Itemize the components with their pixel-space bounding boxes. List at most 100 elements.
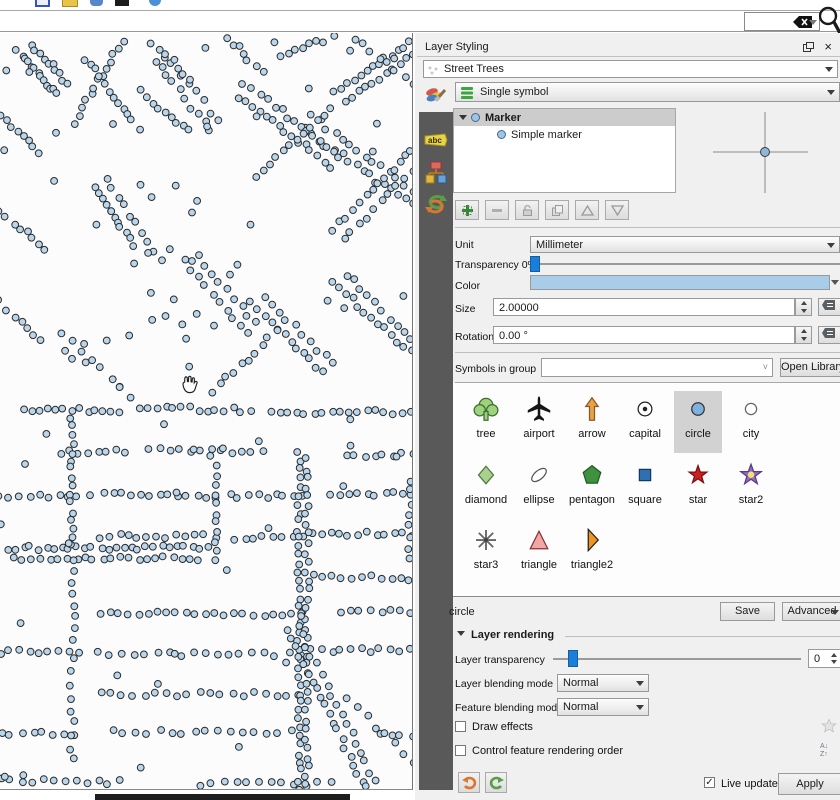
rotation-data-defined-button[interactable] [818, 326, 840, 344]
tree-symbol-icon [471, 394, 501, 424]
save-button[interactable]: Save [720, 602, 775, 621]
feature-blending-arrow[interactable] [636, 705, 644, 710]
tab-symbology[interactable] [419, 80, 453, 112]
rotation-spinner[interactable] [795, 326, 812, 344]
symbol-item-arrow[interactable]: arrow [568, 391, 616, 453]
marker-circle-icon [471, 113, 480, 122]
layer-rendering-header[interactable]: Layer rendering [457, 629, 840, 643]
symbol-item-star3[interactable]: star3 [462, 522, 510, 584]
layer-selector[interactable]: Street Trees [423, 60, 838, 78]
renderer-arrow[interactable] [827, 90, 835, 95]
symbol-item-star2[interactable]: star2 [727, 457, 775, 519]
checkmark-icon: ✓ [705, 777, 713, 788]
ellipse-symbol-icon [524, 460, 554, 490]
feature-blending-combo[interactable]: Normal [557, 698, 649, 716]
map-canvas[interactable] [0, 33, 413, 790]
live-update-checkbox[interactable]: ✓ [704, 777, 715, 788]
size-input[interactable]: 2.00000 [493, 298, 795, 316]
symbols-group-arrow[interactable]: ˅ [763, 362, 768, 372]
layer-transparency-slider[interactable] [553, 650, 801, 667]
tree-row-marker[interactable]: Marker [454, 109, 675, 126]
tab-diagrams[interactable] [419, 156, 453, 188]
lock-symbol-layer-button[interactable] [515, 200, 539, 220]
float-panel-icon[interactable] [803, 42, 814, 52]
symbol-item-city[interactable]: city [727, 391, 775, 453]
layer-transparency-spinbox[interactable]: 0 [808, 649, 840, 668]
symbol-item-star[interactable]: star [674, 457, 722, 519]
symbol-item-square[interactable]: square [621, 457, 669, 519]
rotation-input[interactable]: 0.00 ° [493, 326, 795, 344]
symbol-item-tree[interactable]: tree [462, 391, 510, 453]
control-rendering-order-checkbox[interactable] [455, 745, 466, 756]
tab-labels[interactable]: abc [419, 124, 453, 156]
point-layer-icon [427, 65, 439, 75]
styling-tab-strip: abc [419, 80, 453, 790]
unit-arrow[interactable] [827, 243, 835, 248]
remove-symbol-layer-button[interactable] [485, 200, 509, 220]
expand-chevron-icon[interactable] [459, 115, 467, 120]
locator-dropdown-arrow[interactable] [809, 20, 817, 25]
unit-combo[interactable]: Millimeter [530, 236, 840, 253]
symbol-item-circle[interactable]: circle [674, 391, 722, 453]
star3-symbol-icon [471, 525, 501, 555]
symbol-preview [685, 108, 840, 196]
symbol-item-ellipse[interactable]: ellipse [515, 457, 563, 519]
rendering-order-button[interactable]: A↓ Z↑ [820, 741, 840, 759]
draw-effects-label: Draw effects [472, 721, 533, 733]
symbol-item-capital[interactable]: capital [621, 391, 669, 453]
toolbar-icon-1[interactable] [35, 0, 50, 7]
symbol-item-label: ellipse [515, 494, 563, 506]
open-library-button[interactable]: Open Library [780, 358, 840, 377]
triangle-up-icon [581, 205, 594, 216]
symbol-name-field[interactable]: circle [449, 606, 475, 618]
apply-button[interactable]: Apply [778, 773, 840, 795]
data-defined-icon [821, 327, 839, 340]
symbol-item-airport[interactable]: airport [515, 391, 563, 453]
redo-button[interactable] [485, 772, 507, 793]
tree-row-simple-marker[interactable]: Simple marker [454, 126, 675, 143]
toolbar-icon-2[interactable] [62, 0, 78, 7]
undo-button[interactable] [458, 772, 480, 793]
color-dropdown-arrow[interactable] [831, 280, 839, 285]
size-label: Size [455, 303, 475, 315]
qgis-window: { "toolbar": { "locator_value": "", "sea… [0, 0, 840, 800]
add-symbol-layer-button[interactable] [455, 200, 479, 220]
diamond-symbol-icon [471, 460, 501, 490]
star-symbol-icon [683, 460, 713, 490]
size-spinner[interactable] [795, 298, 812, 316]
color-button[interactable] [530, 275, 830, 290]
close-panel-icon[interactable]: × [824, 39, 832, 54]
move-down-button[interactable] [605, 200, 629, 220]
layer-blending-combo[interactable]: Normal [557, 674, 649, 692]
symbol-item-triangle[interactable]: triangle [515, 522, 563, 584]
symbol-item-label: airport [515, 428, 563, 440]
city-symbol-icon [736, 394, 766, 424]
unit-label: Unit [455, 239, 474, 251]
toolbar-icon-4[interactable] [115, 0, 129, 6]
toolbar-icon-3[interactable] [90, 0, 103, 6]
toolbar-icon-5[interactable] [149, 0, 161, 6]
spin-arrows[interactable] [828, 651, 840, 666]
symbol-item-pentagon[interactable]: pentagon [568, 457, 616, 519]
layer-blending-arrow[interactable] [636, 681, 644, 686]
symbol-item-label: star3 [462, 559, 510, 571]
move-up-button[interactable] [575, 200, 599, 220]
layer-selector-arrow[interactable] [825, 67, 833, 72]
advanced-button[interactable]: Advanced [782, 602, 840, 621]
slider-handle[interactable] [530, 256, 540, 272]
renderer-combo[interactable]: Single symbol [455, 82, 840, 102]
effects-customize-button[interactable] [820, 717, 840, 735]
advanced-arrow [831, 610, 839, 615]
symbol-item-triangle2[interactable]: triangle2 [568, 522, 616, 584]
slider-handle[interactable] [568, 650, 578, 667]
star-effects-icon [820, 717, 838, 735]
symbol-item-diamond[interactable]: diamond [462, 457, 510, 519]
transparency-slider[interactable] [530, 256, 840, 272]
symbols-group-combo[interactable]: ˅ [541, 358, 773, 377]
size-data-defined-button[interactable] [818, 298, 840, 316]
locator-box[interactable] [744, 12, 820, 31]
duplicate-symbol-layer-button[interactable] [545, 200, 569, 220]
tab-history[interactable] [419, 188, 453, 220]
draw-effects-checkbox[interactable] [455, 721, 466, 732]
color-label: Color [455, 280, 480, 292]
